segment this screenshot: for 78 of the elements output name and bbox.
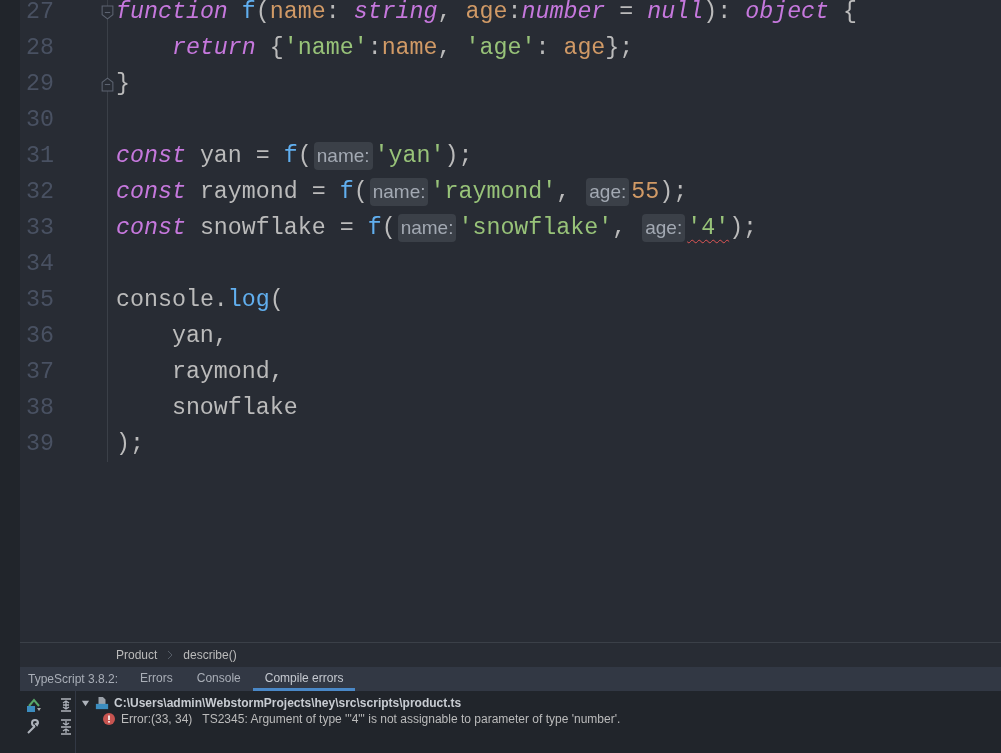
code-keyword: const: [116, 143, 186, 169]
code-string: 'raymond': [430, 179, 557, 205]
error-message[interactable]: TS2345: Argument of type '"4"' is not assignable to parameter of type 'number'.: [202, 712, 621, 726]
code-string: '4': [687, 215, 730, 241]
code-text: );: [729, 215, 758, 241]
code-identifier: name: [381, 35, 438, 61]
code-identifier: name: [269, 0, 326, 25]
code-string: 'age': [465, 35, 536, 61]
code-keyword: object: [745, 0, 830, 25]
wrench-icon[interactable]: [26, 719, 42, 735]
chevron-icon: [167, 650, 174, 660]
code-number: 55: [631, 179, 660, 205]
code-function: f: [367, 215, 382, 241]
code-text: :: [367, 35, 382, 61]
code-text: =: [618, 0, 635, 25]
file-icon: [95, 696, 109, 710]
expanded-arrow-icon[interactable]: [81, 698, 90, 708]
code-function: f: [241, 0, 256, 25]
parameter-hint[interactable]: name:: [397, 214, 457, 242]
code-text: yan,: [171, 323, 228, 349]
code-text: console.: [116, 287, 228, 313]
code-text: ):: [703, 0, 733, 25]
code-keyword: function: [116, 0, 228, 25]
fold-marker-icon[interactable]: [101, 76, 114, 92]
collapse-all-icon[interactable]: [58, 719, 74, 735]
expand-all-icon[interactable]: [58, 697, 74, 713]
code-text: raymond =: [198, 179, 327, 205]
code-text: snowflake: [171, 395, 298, 421]
error-icon: [103, 713, 115, 725]
code-text: );: [116, 431, 144, 457]
code-text: ,: [437, 0, 453, 25]
tab[interactable]: Console: [184, 667, 253, 691]
code-text: ,: [556, 179, 572, 205]
error-location[interactable]: Error:(33, 34): [121, 712, 193, 726]
code-text: (: [381, 215, 396, 241]
code-text: (: [353, 179, 368, 205]
tab[interactable]: Errors: [128, 667, 185, 691]
parameter-hint[interactable]: name:: [369, 178, 429, 206]
parameter-hint[interactable]: name:: [313, 142, 373, 170]
compile-icon[interactable]: [26, 697, 42, 713]
code-text: :: [535, 35, 551, 61]
breadcrumb-item[interactable]: describe(): [183, 648, 237, 662]
code-text: yan =: [198, 143, 271, 169]
code-identifier: age: [563, 35, 606, 61]
code-string: 'yan': [374, 143, 445, 169]
code-function: f: [283, 143, 298, 169]
code-keyword: return: [171, 35, 256, 61]
code-text: {: [842, 0, 858, 25]
file-path[interactable]: C:\Users\admin\WebstormProjects\hey\src\scripts\product.ts: [114, 696, 462, 710]
code-text: (: [255, 0, 270, 25]
panel-title: TypeScript 3.8.2:: [27, 671, 120, 688]
code-text: );: [659, 179, 688, 205]
code-keyword: number: [521, 0, 606, 25]
code-text: (: [269, 287, 284, 313]
code-keyword: string: [353, 0, 438, 25]
code-function: f: [339, 179, 354, 205]
parameter-hint[interactable]: age:: [642, 214, 686, 242]
code-text: snowflake =: [198, 215, 355, 241]
code-text: ,: [437, 35, 453, 61]
breadcrumb-item[interactable]: Product: [116, 648, 158, 662]
code-text: }: [116, 71, 130, 97]
code-text: ,: [612, 215, 628, 241]
code-text: :: [325, 0, 341, 25]
code-function: log: [227, 287, 270, 313]
code-text: raymond,: [171, 359, 284, 385]
code-text: (: [297, 143, 312, 169]
code-string: 'name': [283, 35, 368, 61]
parameter-hint[interactable]: age:: [586, 178, 630, 206]
code-identifier: age: [465, 0, 508, 25]
code-keyword: null: [647, 0, 704, 25]
fold-marker-icon[interactable]: [101, 4, 114, 20]
code-keyword: const: [116, 179, 186, 205]
code-keyword: const: [116, 215, 186, 241]
code-text: };: [605, 35, 634, 61]
code-text: :: [507, 0, 522, 25]
code-text: {: [268, 35, 284, 61]
code-text: );: [444, 143, 473, 169]
code-string: 'snowflake': [458, 215, 613, 241]
